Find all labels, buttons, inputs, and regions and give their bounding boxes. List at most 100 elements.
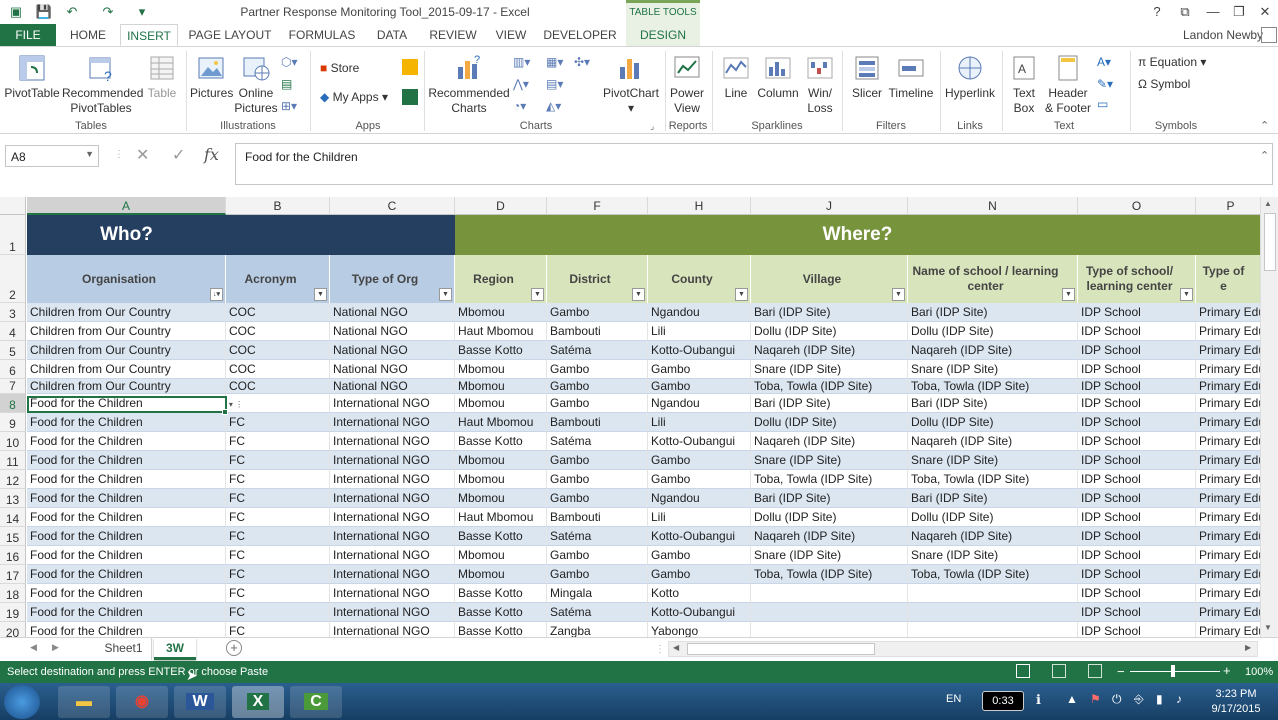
table-cell[interactable]: COC (226, 360, 330, 379)
table-cell[interactable]: Lili (648, 508, 751, 527)
table-cell[interactable]: Ngandou (648, 394, 751, 413)
table-cell[interactable]: International NGO (330, 565, 455, 584)
table-cell[interactable]: Primary Edu (1196, 394, 1260, 413)
table-cell[interactable]: Dollu (IDP Site) (751, 322, 908, 341)
table-cell[interactable]: Children from Our Country (27, 379, 226, 394)
row-header-17[interactable]: 17 (0, 565, 26, 584)
row-header-4[interactable]: 4 (0, 322, 26, 341)
select-all-corner[interactable] (0, 197, 26, 215)
table-cell[interactable]: Children from Our Country (27, 322, 226, 341)
table-cell[interactable]: COC (226, 379, 330, 394)
sparkline-winloss-button[interactable]: Win/ Loss (802, 53, 838, 116)
filter-dropdown-icon[interactable]: ↓▾ (210, 288, 223, 301)
table-cell[interactable]: Food for the Children (27, 489, 226, 508)
field-header-type-of-org[interactable]: Type of Org ▼ (330, 255, 455, 303)
info-icon[interactable]: ℹ (1036, 692, 1041, 708)
column-header-b[interactable]: B (226, 197, 330, 215)
zoom-in-icon[interactable]: + (1223, 663, 1231, 678)
table-cell[interactable]: National NGO (330, 303, 455, 322)
table-cell[interactable]: Naqareh (IDP Site) (751, 341, 908, 360)
bing-maps-icon[interactable] (402, 59, 418, 75)
table-cell[interactable]: Gambo (648, 565, 751, 584)
usb-icon[interactable]: ⎆ (1134, 692, 1144, 707)
table-button[interactable]: Table (144, 53, 180, 101)
table-cell[interactable]: Food for the Children (27, 451, 226, 470)
clock-date[interactable]: 9/17/2015 (1206, 703, 1266, 715)
user-avatar-icon[interactable] (1261, 27, 1277, 43)
table-cell[interactable]: Primary Edu (1196, 489, 1260, 508)
table-cell[interactable]: COC (226, 322, 330, 341)
row-header-12[interactable]: 12 (0, 470, 26, 489)
tab-formulas[interactable]: FORMULAS (284, 24, 360, 46)
wordart-icon[interactable]: A▾ (1097, 55, 1111, 69)
field-header-county[interactable]: County ▼ (648, 255, 751, 303)
column-header-o[interactable]: O (1078, 197, 1196, 215)
table-cell[interactable]: Bari (IDP Site) (908, 394, 1078, 413)
equation-button[interactable]: π Equation ▾ (1138, 55, 1206, 69)
table-cell[interactable]: Food for the Children (27, 413, 226, 432)
table-cell[interactable]: Food for the Children (27, 584, 226, 603)
table-cell[interactable]: Primary Edu (1196, 546, 1260, 565)
tray-expand-icon[interactable]: ▲ (1066, 692, 1078, 706)
table-cell[interactable]: IDP School (1078, 322, 1196, 341)
sparkline-column-button[interactable]: Column (756, 53, 800, 101)
table-cell[interactable]: Haut Mbomou (455, 508, 547, 527)
table-cell[interactable]: Mbomou (455, 360, 547, 379)
field-header-name-of-school-learning-center[interactable]: Name of school / learning center ▼ (908, 255, 1078, 303)
field-header-district[interactable]: District ▼ (547, 255, 648, 303)
table-cell[interactable]: Primary Edu (1196, 341, 1260, 360)
sheet-tab-sheet1[interactable]: Sheet1 (96, 638, 152, 660)
tab-home[interactable]: HOME (60, 24, 116, 46)
table-cell[interactable]: Naqareh (IDP Site) (908, 432, 1078, 451)
close-button[interactable]: ✕ (1252, 3, 1278, 21)
smartart-icon[interactable]: ▤ (281, 77, 292, 91)
row-header-8[interactable]: 8 (0, 394, 26, 413)
column-header-d[interactable]: D (455, 197, 547, 215)
autocomplete-dropdown-icon[interactable]: ▾ ⋮ (228, 398, 244, 412)
word-icon[interactable]: W (174, 686, 226, 718)
formula-input[interactable]: Food for the Children (235, 143, 1273, 185)
statistic-chart-icon[interactable]: ▤▾ (546, 77, 563, 91)
table-cell[interactable]: Bari (IDP Site) (751, 489, 908, 508)
table-cell[interactable]: Kotto (648, 584, 751, 603)
scroll-down-icon[interactable]: ▼ (1264, 623, 1272, 632)
row-header-1[interactable]: 1 (0, 215, 26, 255)
field-header-acronym[interactable]: Acronym ▼ (226, 255, 330, 303)
store-button[interactable]: ■ Store (320, 61, 359, 75)
table-cell[interactable]: International NGO (330, 527, 455, 546)
cancel-entry-icon[interactable]: ✕ (136, 145, 149, 165)
table-cell[interactable]: Primary Edu (1196, 508, 1260, 527)
table-cell[interactable]: IDP School (1078, 508, 1196, 527)
table-cell[interactable]: Children from Our Country (27, 341, 226, 360)
object-icon[interactable]: ▭ (1097, 97, 1108, 111)
table-cell[interactable]: Kotto-Oubangui (648, 603, 751, 622)
tab-view[interactable]: VIEW (490, 24, 532, 46)
scroll-right-icon[interactable]: ▶ (1245, 643, 1251, 652)
table-cell[interactable]: IDP School (1078, 413, 1196, 432)
table-cell[interactable]: Gambo (547, 394, 648, 413)
line-chart-icon[interactable]: ⋀▾ (513, 77, 529, 91)
table-cell[interactable]: Dollu (IDP Site) (751, 508, 908, 527)
table-cell[interactable]: Dollu (IDP Site) (751, 413, 908, 432)
table-cell[interactable]: Primary Edu (1196, 303, 1260, 322)
table-cell[interactable]: IDP School (1078, 565, 1196, 584)
filter-dropdown-icon[interactable]: ▼ (632, 288, 645, 301)
volume-icon[interactable]: ♪ (1176, 692, 1182, 706)
table-cell[interactable]: FC (226, 546, 330, 565)
table-cell[interactable]: IDP School (1078, 622, 1196, 637)
table-cell[interactable]: Food for the Children (27, 603, 226, 622)
table-cell[interactable]: IDP School (1078, 303, 1196, 322)
ribbon-display-button[interactable]: ⧉ (1172, 3, 1198, 21)
insert-function-icon[interactable]: fx (204, 145, 219, 164)
table-cell[interactable]: Basse Kotto (455, 584, 547, 603)
table-cell[interactable]: IDP School (1078, 360, 1196, 379)
table-cell[interactable]: COC (226, 303, 330, 322)
tab-file[interactable]: FILE (0, 24, 56, 46)
table-cell[interactable]: Gambo (547, 303, 648, 322)
table-cell[interactable]: Bari (IDP Site) (908, 489, 1078, 508)
recommended-pivottables-button[interactable]: ? Recommended PivotTables (62, 53, 143, 116)
online-pictures-button[interactable]: Online Pictures (234, 53, 278, 116)
sheet-tab-3w[interactable]: 3W (154, 638, 196, 660)
table-cell[interactable]: Food for the Children (27, 508, 226, 527)
table-cell[interactable]: Bambouti (547, 322, 648, 341)
